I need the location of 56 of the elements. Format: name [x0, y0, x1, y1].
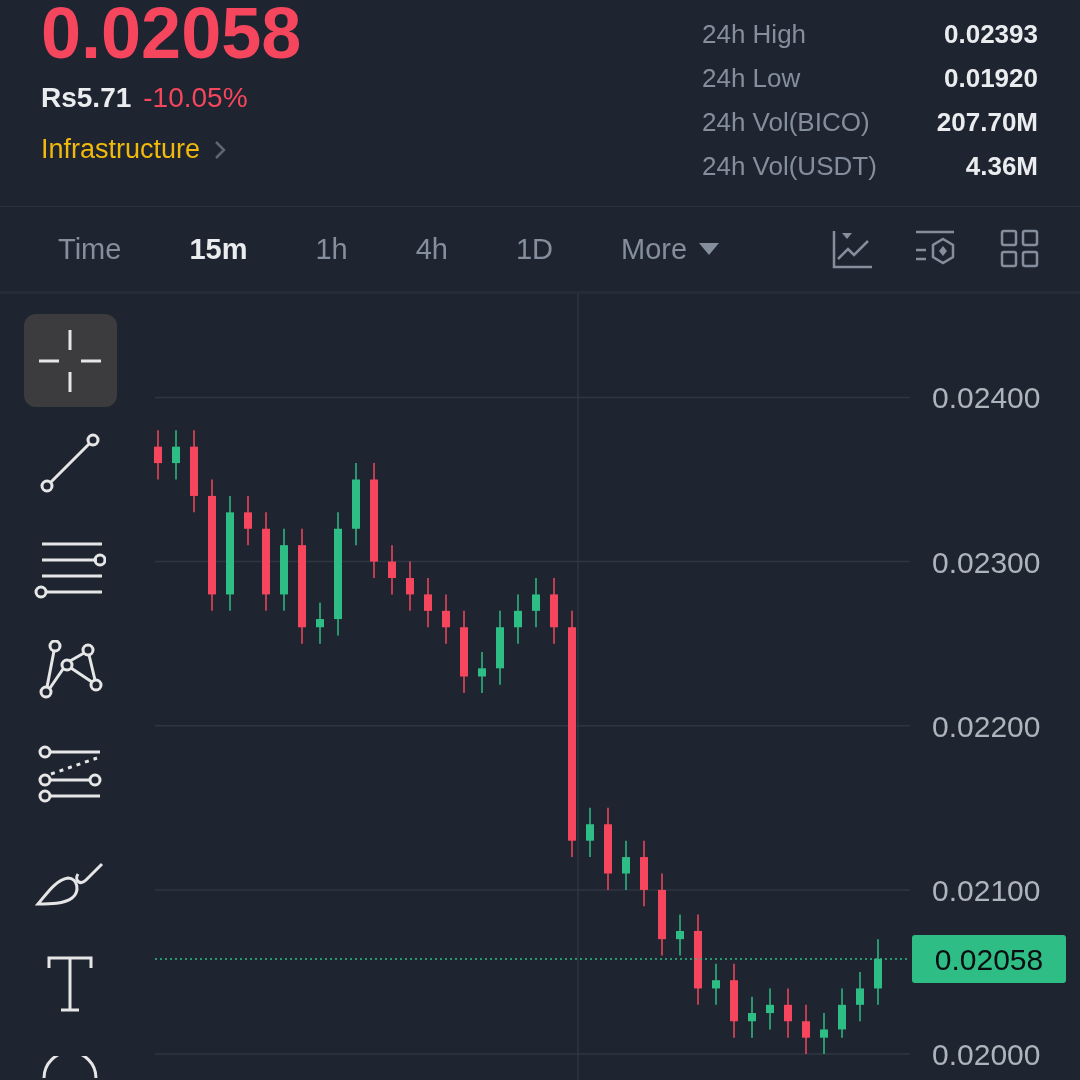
caret-down-icon	[699, 243, 720, 255]
more-dropdown[interactable]: More	[601, 232, 740, 266]
current-price-tag: 0.02058	[912, 934, 1066, 983]
interval-tab[interactable]: 1D	[495, 232, 574, 266]
stat-label: 24h High	[701, 18, 808, 51]
candle	[244, 495, 252, 546]
candle	[820, 1012, 828, 1055]
interval-tab[interactable]: 15m	[169, 232, 268, 266]
interval-tab[interactable]: Time	[38, 232, 142, 266]
last-price: 0.02058	[41, 0, 302, 66]
candle	[766, 987, 774, 1031]
interval-tab[interactable]: 1h	[295, 232, 368, 266]
candle	[478, 651, 486, 694]
stat-label: 24h Vol(BICO)	[701, 106, 871, 139]
axis-label: 0.02400	[932, 381, 1041, 415]
candle	[838, 987, 846, 1039]
candle	[550, 577, 558, 645]
crosshair-icon	[37, 327, 103, 394]
stat-label: 24h Vol(USDT)	[701, 150, 877, 183]
stat-value: 4.36M	[964, 150, 1038, 183]
candle	[748, 995, 756, 1039]
fiat-price: Rs5.71	[41, 82, 132, 114]
indicator-chart-icon[interactable]	[832, 229, 872, 269]
drawing-tool-button[interactable]	[23, 314, 117, 407]
candle	[388, 544, 396, 596]
candle	[784, 987, 792, 1039]
candle	[640, 839, 648, 908]
candle	[802, 1004, 810, 1055]
candle	[424, 577, 432, 628]
candle	[406, 560, 414, 612]
candle	[622, 839, 630, 891]
axis-label: 0.02300	[932, 545, 1041, 579]
candle	[532, 577, 540, 628]
stat-label: 24h Low	[701, 62, 802, 95]
category-link[interactable]: Infrastructure	[41, 134, 302, 165]
grid-layout-icon[interactable]	[1000, 229, 1040, 269]
stat-value: 0.02393	[943, 18, 1038, 51]
circle-shape-icon	[41, 1055, 99, 1078]
chevron-right-icon	[214, 139, 227, 160]
candle	[874, 938, 882, 1006]
axis-label: 0.02200	[932, 709, 1041, 743]
stat-value: 0.01920	[943, 62, 1038, 95]
axis-label: 0.02000	[932, 1038, 1041, 1072]
price-change: -10.05%	[143, 82, 248, 114]
candle	[172, 429, 180, 481]
candle	[442, 593, 450, 645]
candle	[154, 429, 162, 481]
candle	[586, 807, 594, 858]
candle	[676, 913, 684, 957]
interval-tab[interactable]: 4h	[395, 232, 468, 266]
candle	[856, 971, 864, 1022]
axis-label: 0.02100	[932, 873, 1041, 907]
candle	[514, 593, 522, 645]
candle	[316, 601, 324, 645]
candle	[712, 963, 720, 1006]
stat-value: 207.70M	[936, 106, 1038, 139]
